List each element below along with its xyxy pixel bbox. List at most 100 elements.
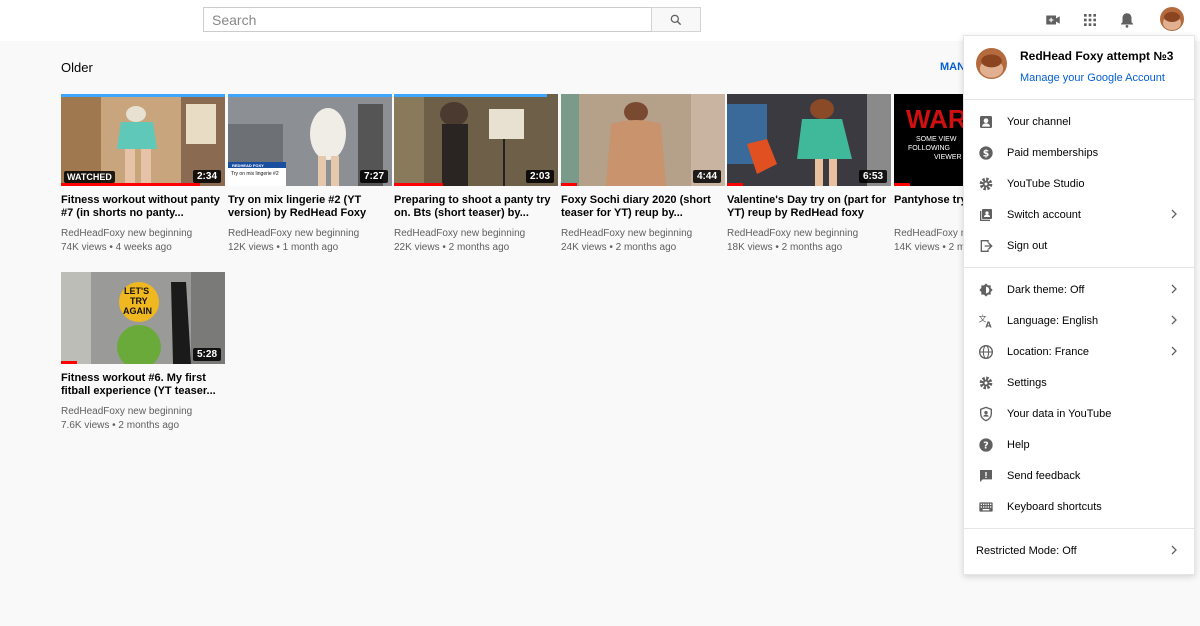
video-title[interactable]: Try on mix lingerie #2 (YT version) by R… bbox=[228, 194, 392, 220]
thumbnail-banner: REDHEAD FOXY bbox=[232, 163, 264, 168]
channel-name[interactable]: RedHeadFoxy new beginning bbox=[394, 227, 558, 241]
menu-item-label: Language: English bbox=[1007, 314, 1099, 327]
feedback-icon bbox=[977, 467, 995, 485]
menu-item-send-feedback[interactable]: Send feedback bbox=[964, 460, 1194, 491]
manage-account-link[interactable]: Manage your Google Account bbox=[1020, 72, 1165, 84]
svg-text:A: A bbox=[985, 320, 992, 328]
account-name: RedHead Foxy attempt №3 bbox=[1020, 49, 1174, 63]
chevron-right-icon bbox=[1171, 315, 1177, 325]
menu-item-help[interactable]: ? Help bbox=[964, 429, 1194, 460]
thumbnail-caption: Try on mix lingerie #2 bbox=[231, 171, 279, 177]
watch-progress bbox=[727, 183, 744, 186]
menu-item-label: Dark theme: Off bbox=[1007, 283, 1085, 296]
video-card[interactable]: REDHEAD FOXY Try on mix lingerie #2 7:27… bbox=[228, 94, 392, 255]
svg-text:$: $ bbox=[983, 148, 990, 159]
video-duration: 5:28 bbox=[192, 348, 221, 361]
video-meta: 18K views • 2 months ago bbox=[727, 242, 843, 253]
search-button[interactable] bbox=[651, 7, 701, 32]
video-title[interactable]: Foxy Sochi diary 2020 (short teaser for … bbox=[561, 194, 725, 220]
video-meta: 22K views • 2 months ago bbox=[394, 242, 510, 253]
menu-item-your-channel[interactable]: Your channel bbox=[964, 106, 1194, 137]
chevron-right-icon bbox=[1171, 346, 1177, 356]
thumbnail-caption: VIEWER bbox=[934, 154, 962, 161]
notifications-button[interactable] bbox=[1115, 8, 1139, 32]
sign-out-icon bbox=[977, 237, 995, 255]
search-box bbox=[203, 7, 701, 32]
video-thumbnail[interactable]: 2:03 bbox=[394, 94, 558, 186]
video-meta: 12K views • 1 month ago bbox=[228, 242, 339, 253]
thumbnail-overlay-text: TRY bbox=[130, 296, 148, 306]
video-meta: 24K views • 2 months ago bbox=[561, 242, 677, 253]
gear-icon bbox=[977, 374, 995, 392]
menu-item-keyboard-shortcuts[interactable]: Keyboard shortcuts bbox=[964, 491, 1194, 522]
menu-item-settings[interactable]: Settings bbox=[964, 367, 1194, 398]
menu-item-label: Restricted Mode: Off bbox=[976, 544, 1077, 557]
channel-name[interactable]: RedHeadFoxy new beginning bbox=[561, 227, 725, 241]
dark-theme-icon bbox=[977, 281, 995, 299]
menu-item-youtube-studio[interactable]: YouTube Studio bbox=[964, 168, 1194, 199]
chevron-right-icon bbox=[1171, 209, 1177, 219]
menu-item-language[interactable]: 文A Language: English bbox=[964, 305, 1194, 336]
menu-group-account: Your channel $ Paid memberships YouTube … bbox=[964, 100, 1194, 268]
menu-item-label: Sign out bbox=[1007, 239, 1048, 252]
thumbnail-overlay-text: LET'S bbox=[124, 286, 150, 296]
video-card[interactable]: LET'S TRY AGAIN 5:28 Fitness workout #6.… bbox=[61, 272, 225, 433]
watched-badge: WATCHED bbox=[64, 171, 115, 183]
search-input[interactable] bbox=[203, 7, 651, 32]
menu-item-label: Paid memberships bbox=[1007, 146, 1099, 159]
video-thumbnail[interactable]: REDHEAD FOXY Try on mix lingerie #2 7:27 bbox=[228, 94, 392, 186]
person-box-icon bbox=[977, 113, 995, 131]
channel-name[interactable]: RedHeadFoxy new beginning bbox=[727, 227, 891, 241]
menu-item-restricted-mode[interactable]: Restricted Mode: Off bbox=[964, 535, 1194, 566]
video-title[interactable]: Valentine's Day try on (part for YT) reu… bbox=[727, 194, 891, 220]
video-card[interactable]: 4:44 Foxy Sochi diary 2020 (short teaser… bbox=[561, 94, 725, 255]
apps-button[interactable] bbox=[1078, 8, 1102, 32]
menu-item-label: Send feedback bbox=[1007, 469, 1081, 482]
channel-name[interactable]: RedHeadFoxy new beginning bbox=[61, 405, 225, 419]
video-thumbnail[interactable]: LET'S TRY AGAIN 5:28 bbox=[61, 272, 225, 364]
watch-progress bbox=[61, 183, 201, 186]
menu-item-switch-account[interactable]: Switch account bbox=[964, 199, 1194, 230]
apps-grid-icon bbox=[1084, 14, 1096, 26]
video-duration: 2:03 bbox=[525, 170, 554, 183]
menu-item-dark-theme[interactable]: Dark theme: Off bbox=[964, 274, 1194, 305]
menu-item-paid-memberships[interactable]: $ Paid memberships bbox=[964, 137, 1194, 168]
manage-link[interactable]: MAN bbox=[940, 61, 965, 73]
video-duration: 6:53 bbox=[858, 170, 887, 183]
help-icon: ? bbox=[977, 436, 995, 454]
video-duration: 4:44 bbox=[692, 170, 721, 183]
translate-icon: 文A bbox=[977, 312, 995, 330]
video-duration: 2:34 bbox=[192, 170, 221, 183]
video-thumbnail[interactable]: WATCHED 2:34 bbox=[61, 94, 225, 186]
chevron-right-icon bbox=[1171, 284, 1177, 294]
thumbnail-caption: SOME VIEW bbox=[916, 136, 957, 143]
channel-name[interactable]: RedHeadFoxy new beginning bbox=[61, 227, 225, 241]
video-meta: 74K views • 4 weeks ago bbox=[61, 242, 172, 253]
video-thumbnail[interactable]: 6:53 bbox=[727, 94, 891, 186]
gear-icon bbox=[977, 175, 995, 193]
video-thumbnail[interactable]: 4:44 bbox=[561, 94, 725, 186]
video-card[interactable]: WATCHED 2:34 Fitness workout without pan… bbox=[61, 94, 225, 255]
thumbnail-caption: FOLLOWING bbox=[908, 145, 951, 152]
account-avatar bbox=[976, 48, 1007, 79]
menu-item-location[interactable]: Location: France bbox=[964, 336, 1194, 367]
video-title[interactable]: Fitness workout without panty #7 (in sho… bbox=[61, 194, 225, 220]
bell-icon bbox=[1121, 13, 1133, 28]
video-title[interactable]: Preparing to shoot a panty try on. Bts (… bbox=[394, 194, 558, 220]
avatar[interactable] bbox=[1160, 7, 1184, 31]
channel-name[interactable]: RedHeadFoxy new beginning bbox=[228, 227, 392, 241]
watch-progress bbox=[894, 183, 911, 186]
watch-progress bbox=[61, 361, 78, 364]
menu-item-your-data[interactable]: Your data in YouTube bbox=[964, 398, 1194, 429]
menu-item-label: Settings bbox=[1007, 376, 1047, 389]
search-icon bbox=[670, 14, 682, 25]
menu-item-label: Location: France bbox=[1007, 345, 1089, 358]
create-video-button[interactable] bbox=[1041, 8, 1065, 32]
video-card[interactable]: 6:53 Valentine's Day try on (part for YT… bbox=[727, 94, 891, 255]
shield-person-icon bbox=[977, 405, 995, 423]
menu-item-sign-out[interactable]: Sign out bbox=[964, 230, 1194, 261]
video-card[interactable]: 2:03 Preparing to shoot a panty try on. … bbox=[394, 94, 558, 255]
video-title[interactable]: Fitness workout #6. My first fitball exp… bbox=[61, 372, 225, 398]
menu-item-label: Switch account bbox=[1007, 208, 1081, 221]
watch-progress bbox=[394, 183, 444, 186]
